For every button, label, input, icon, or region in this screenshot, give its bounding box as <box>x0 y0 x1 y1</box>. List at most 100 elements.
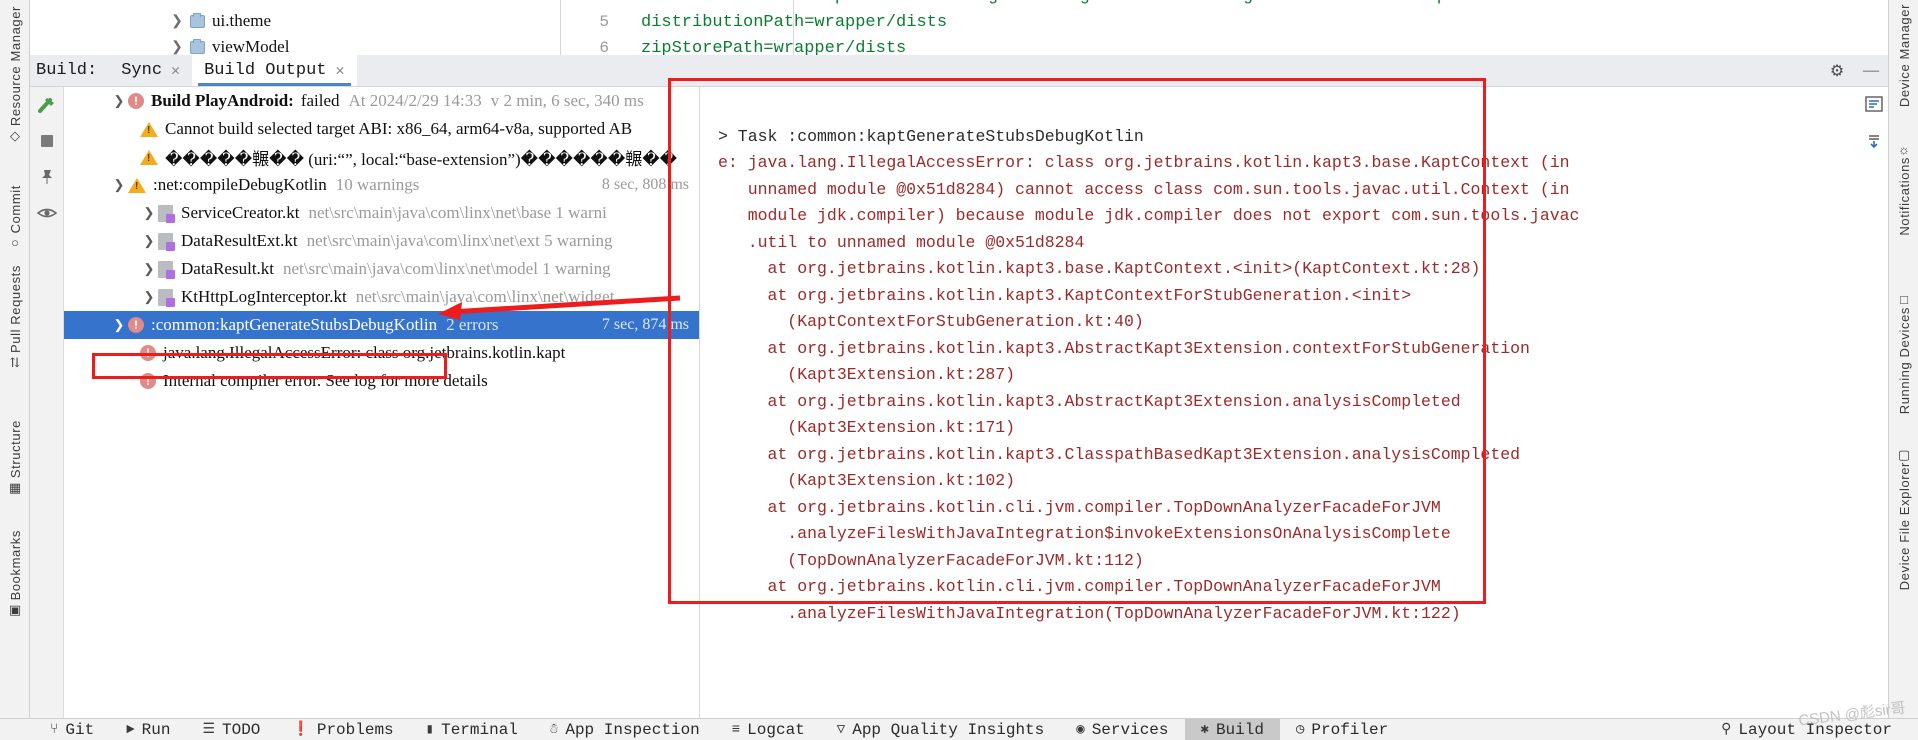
status-item-label: Problems <box>316 720 394 739</box>
build-console-pane[interactable]: > Task :common:kaptGenerateStubsDebugKot… <box>700 87 1888 718</box>
chevron-down-icon[interactable]: ❯ <box>110 317 128 333</box>
build-hammer-icon: ✱ <box>1200 722 1209 738</box>
sidebar-item-device-file-explorer[interactable]: ▢ Device File Explorer <box>1889 445 1918 591</box>
file-name: DataResultExt.kt <box>181 231 298 250</box>
status-item-profiler[interactable]: ◷ Profiler <box>1280 719 1404 740</box>
close-icon[interactable]: ✕ <box>335 61 344 80</box>
chevron-right-icon[interactable]: ❯ <box>170 39 184 56</box>
status-item-build[interactable]: ✱ Build <box>1184 718 1280 740</box>
run-play-icon: ► <box>126 721 135 738</box>
sidebar-item-resource-manager[interactable]: Resource Manager ◇ <box>0 6 30 143</box>
code-editor[interactable]: 4 distributionUrl=https\://services.grad… <box>560 0 1918 55</box>
sidebar-item-notifications[interactable]: ☼ Notifications <box>1889 140 1918 236</box>
sidebar-item-running-devices[interactable]: □ Running Devices <box>1889 290 1918 415</box>
build-status: failed <box>300 91 340 110</box>
running-devices-icon: □ <box>1900 292 1908 307</box>
close-icon[interactable]: ✕ <box>171 61 180 80</box>
table-row[interactable]: ! java.lang.IllegalAccessError: class or… <box>64 339 699 367</box>
layout-inspector-icon: ⚲ <box>1721 722 1732 738</box>
pin-icon[interactable] <box>35 165 59 189</box>
sidebar-item-device-manager[interactable]: Device Manager <box>1889 4 1918 107</box>
project-tree-item[interactable]: ❯ ui.theme <box>0 8 560 34</box>
status-item-label: Services <box>1091 720 1169 739</box>
table-row[interactable]: ❯ :net:compileDebugKotlin 10 warnings 8 … <box>64 171 699 199</box>
task-duration: 8 sec, 808 ms <box>601 176 689 193</box>
status-item-todo[interactable]: ☰ TODO <box>186 719 276 740</box>
sidebar-item-commit[interactable]: Commit ○ <box>0 185 30 250</box>
kotlin-file-icon <box>158 260 175 279</box>
status-item-problems[interactable]: ❗ Problems <box>276 719 409 740</box>
table-row[interactable]: ❯ KtHttpLogInterceptor.kt net\src\main\j… <box>64 283 699 311</box>
structure-icon: ▦ <box>8 480 22 496</box>
sidebar-item-pull-requests[interactable]: Pull Requests ⇅ <box>0 265 30 370</box>
chevron-right-icon[interactable]: ❯ <box>140 289 158 305</box>
chevron-right-icon[interactable]: ❯ <box>170 13 184 30</box>
app-quality-insights-icon: ▽ <box>836 722 846 738</box>
tab-sync-label: Sync <box>121 61 163 80</box>
console-line: at org.jetbrains.kotlin.kapt3.KaptContex… <box>718 285 1412 305</box>
status-bar: ⑂ Git ► Run ☰ TODO ❗ Problems ▮ Terminal… <box>0 718 1918 740</box>
chevron-down-icon[interactable]: ❯ <box>110 93 128 109</box>
warning-message: Cannot build selected target ABI: x86_64… <box>165 119 633 138</box>
status-item-logcat[interactable]: ≡ Logcat <box>716 719 821 740</box>
task-error-count: 2 errors <box>446 315 499 334</box>
chevron-right-icon[interactable]: ❯ <box>140 261 158 277</box>
eye-icon[interactable] <box>35 201 59 225</box>
gutter-line-number: 5 <box>599 13 609 31</box>
table-row-selected[interactable]: ❯ ! :common:kaptGenerateStubsDebugKotlin… <box>64 311 699 339</box>
console-line: (KaptContextForStubGeneration.kt:40) <box>718 312 1144 331</box>
build-hammer-icon[interactable] <box>35 93 59 117</box>
chevron-right-icon[interactable]: ❯ <box>140 205 158 221</box>
table-row[interactable]: Cannot build selected target ABI: x86_64… <box>64 115 699 143</box>
console-output: > Task :common:kaptGenerateStubsDebugKot… <box>700 87 1888 654</box>
sidebar-item-label: Running Devices <box>1896 307 1912 415</box>
project-tree-top: ❯ ui.theme ❯ viewModel <box>0 0 560 55</box>
sidebar-item-structure[interactable]: Structure ▦ <box>0 420 30 495</box>
table-row[interactable]: ❯ DataResult.kt net\src\main\java\com\li… <box>64 255 699 283</box>
file-path: net\src\main\java\com\linx\net\widget <box>355 287 615 306</box>
header-spacer <box>357 55 1820 86</box>
error-badge-icon: ! <box>128 317 144 333</box>
table-row[interactable]: ❯ DataResultExt.kt net\src\main\java\com… <box>64 227 699 255</box>
project-tree-item[interactable]: ❯ viewModel <box>0 34 560 55</box>
table-row[interactable]: ❯ ServiceCreator.kt net\src\main\java\co… <box>64 199 699 227</box>
file-path: net\src\main\java\com\linx\net\model 1 w… <box>283 259 611 278</box>
gear-icon[interactable]: ⚙ <box>1820 55 1854 86</box>
error-badge-icon: ! <box>128 93 144 109</box>
build-actions-strip <box>30 87 64 718</box>
status-item-terminal[interactable]: ▮ Terminal <box>410 719 534 740</box>
sidebar-item-label: Device File Explorer <box>1896 462 1912 591</box>
file-name: ServiceCreator.kt <box>181 203 300 222</box>
build-timestamp: At 2024/2/29 14:33 <box>348 91 482 110</box>
warning-icon <box>140 149 158 165</box>
chevron-down-icon[interactable]: ❯ <box>110 177 128 193</box>
sidebar-item-label: Device Manager <box>1896 4 1912 108</box>
status-item-layout-inspector[interactable]: ⚲ Layout Inspector <box>1705 719 1918 740</box>
tab-sync[interactable]: Sync ✕ <box>109 55 192 86</box>
chevron-right-icon[interactable]: ❯ <box>140 233 158 249</box>
console-side-buttons <box>1864 95 1884 155</box>
sidebar-item-label: Pull Requests <box>7 265 23 354</box>
table-row[interactable]: ❯ ! Build PlayAndroid: failed At 2024/2/… <box>64 87 699 115</box>
status-item-app-inspection[interactable]: ☃ App Inspection <box>534 719 716 740</box>
status-item-git[interactable]: ⑂ Git <box>34 719 110 740</box>
wrap-text-icon[interactable] <box>1864 95 1884 118</box>
status-item-label: App Inspection <box>565 720 700 739</box>
stop-icon[interactable] <box>35 129 59 153</box>
minimize-icon[interactable]: — <box>1854 55 1888 86</box>
status-item-run[interactable]: ► Run <box>110 719 186 740</box>
sidebar-item-bookmarks[interactable]: Bookmarks ▣ <box>0 530 30 617</box>
tab-build-output[interactable]: Build Output ✕ <box>192 55 357 86</box>
table-row[interactable]: ! Internal compiler error. See log for m… <box>64 367 699 395</box>
commit-icon: ○ <box>11 235 19 251</box>
git-branch-icon: ⑂ <box>50 721 59 738</box>
table-row[interactable]: �����冁�� (uri:“”, local:“base-extension”… <box>64 143 699 171</box>
build-root-label: Build PlayAndroid: <box>151 91 294 110</box>
kotlin-file-icon <box>158 232 175 251</box>
warning-icon <box>140 121 158 137</box>
status-item-app-quality-insights[interactable]: ▽ App Quality Insights <box>821 719 1060 740</box>
scroll-to-end-icon[interactable] <box>1864 132 1884 155</box>
status-item-services[interactable]: ◉ Services <box>1060 719 1184 740</box>
resource-manager-icon: ◇ <box>10 128 20 144</box>
build-tree-pane[interactable]: ❯ ! Build PlayAndroid: failed At 2024/2/… <box>64 87 700 718</box>
